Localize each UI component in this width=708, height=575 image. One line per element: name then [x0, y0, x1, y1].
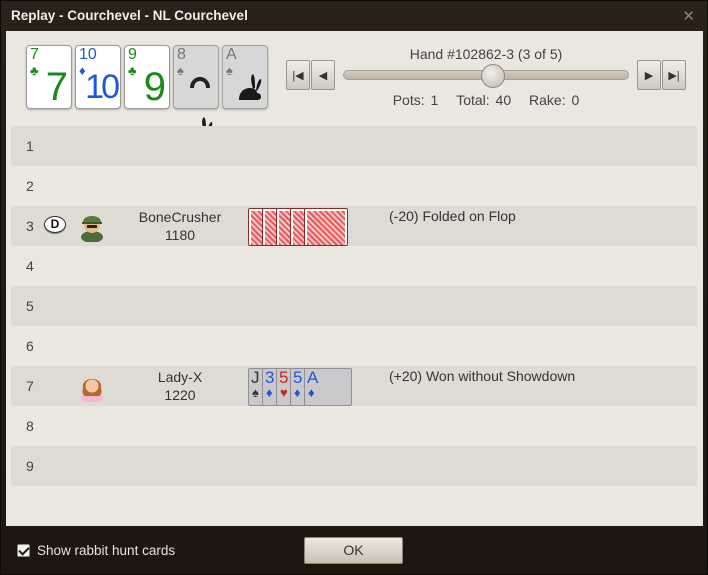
hearts-icon: ♥ [280, 385, 288, 400]
card-face-value: 7 [45, 65, 68, 109]
hole-cards [248, 208, 352, 246]
last-hand-button[interactable]: ▶| [662, 60, 686, 90]
card-rank: A [226, 46, 237, 63]
card-rank: 8 [177, 46, 186, 63]
seat-number: 5 [26, 298, 34, 314]
seat-row: 4 [11, 246, 697, 286]
clubs-icon: ♣ [128, 63, 137, 78]
previous-hand-button[interactable]: ◀ [311, 60, 335, 90]
seat-number: 7 [26, 378, 34, 394]
player-name: BoneCrusher [138, 209, 222, 225]
replay-content: 7 ♣ 7 10 ♦ 10 9 ♣ 9 8 ♠ A ♠ Hand #102862-3 (3 of 5) … [6, 31, 703, 526]
hand-slider-thumb[interactable] [481, 64, 505, 88]
hand-label: Hand #102862-3 (3 of 5) [409, 46, 563, 62]
pot-stats: Pots: 1 Total: 40 Rake: 0 [286, 92, 686, 108]
card-face-value: 10 [85, 68, 120, 106]
close-icon[interactable]: ✕ [682, 7, 695, 25]
soldier-avatar [77, 210, 107, 243]
ok-button[interactable]: OK [304, 537, 403, 564]
seat-row: 5 [11, 286, 697, 326]
card-rank: 9 [128, 46, 137, 63]
player-name: Lady-X [157, 369, 203, 385]
seat-row: 1 [11, 126, 697, 166]
clubs-icon: ♣ [30, 63, 39, 78]
seat-number: 9 [26, 458, 34, 474]
pots-count: Pots: 1 [392, 92, 439, 108]
diamonds-icon: ♦ [294, 385, 301, 400]
rabbit-hunt-checkbox[interactable] [17, 544, 30, 557]
board-card: 10 ♦ 10 [75, 45, 121, 109]
dialog-footer: Show rabbit hunt cards OK [1, 526, 707, 574]
spades-icon: ♠ [226, 63, 233, 78]
prev-icon: ◀ [318, 69, 328, 82]
seat-row: 8 [11, 406, 697, 446]
diamonds-icon: ♦ [308, 385, 315, 400]
board-card: 7 ♣ 7 [26, 45, 72, 109]
player-chips: 1220 [164, 387, 196, 403]
seat-row: 6 [11, 326, 697, 366]
seat-row: 9 [11, 446, 697, 486]
seat-number: 1 [26, 138, 34, 154]
face-up-card: A ♦ [304, 368, 352, 406]
rake-amount: Rake: 0 [529, 92, 580, 108]
seat-row: 3 D BoneCrusher 1180 (-20) Folded on Flop [11, 206, 697, 246]
seat-number: 2 [26, 178, 34, 194]
next-hand-button[interactable]: ▶ [637, 60, 661, 90]
hand-result: (+20) Won without Showdown [389, 368, 576, 384]
diamonds-icon: ♦ [266, 385, 273, 400]
skip-first-icon: |◀ [292, 69, 304, 82]
rabbit-hunt-label[interactable]: Show rabbit hunt cards [37, 543, 175, 558]
first-hand-button[interactable]: |◀ [286, 60, 310, 90]
board-card: 9 ♣ 9 [124, 45, 170, 109]
board-card: 8 ♠ [173, 45, 219, 143]
spades-icon: ♠ [177, 63, 184, 78]
title-bar[interactable]: Replay - Courchevel - NL Courchevel ✕ [1, 1, 707, 31]
seat-number: 4 [26, 258, 34, 274]
skip-last-icon: ▶| [668, 69, 680, 82]
seat-number: 3 [26, 218, 34, 234]
card-face-value: 9 [143, 65, 166, 109]
seat-row: 2 [11, 166, 697, 206]
card-back [304, 208, 348, 246]
hand-result: (-20) Folded on Flop [389, 208, 516, 224]
dealer-button-icon: D [44, 216, 66, 233]
window-title: Replay - Courchevel - NL Courchevel [11, 8, 248, 23]
seats-table: 1 2 3 D BoneCrusher 1180 (-20) Folded on Flop 4… [11, 126, 697, 486]
lady-avatar [77, 370, 107, 403]
rabbit-icon [235, 64, 263, 104]
hole-cards: J ♠ 3 ♦ 5 ♥ 5 ♦ A ♦ [248, 368, 352, 406]
spades-icon: ♠ [252, 385, 259, 400]
next-icon: ▶ [644, 69, 654, 82]
seat-number: 8 [26, 418, 34, 434]
horseshoe-rabbit-icon [186, 64, 214, 143]
seat-number: 6 [26, 338, 34, 354]
card-rank: 10 [79, 46, 97, 63]
player-info: BoneCrusher 1180 [120, 208, 240, 244]
pot-total: Total: 40 [456, 92, 512, 108]
player-info: Lady-X 1220 [120, 368, 240, 404]
seat-row: 7 Lady-X 1220 J ♠ 3 ♦ 5 ♥ 5 ♦ A ♦ (+20) Won without S… [11, 366, 697, 406]
card-rank: 7 [30, 46, 39, 63]
player-chips: 1180 [164, 227, 196, 243]
replay-window: Replay - Courchevel - NL Courchevel ✕ 7 ♣… [0, 0, 708, 575]
board-card: A ♠ [222, 45, 268, 109]
